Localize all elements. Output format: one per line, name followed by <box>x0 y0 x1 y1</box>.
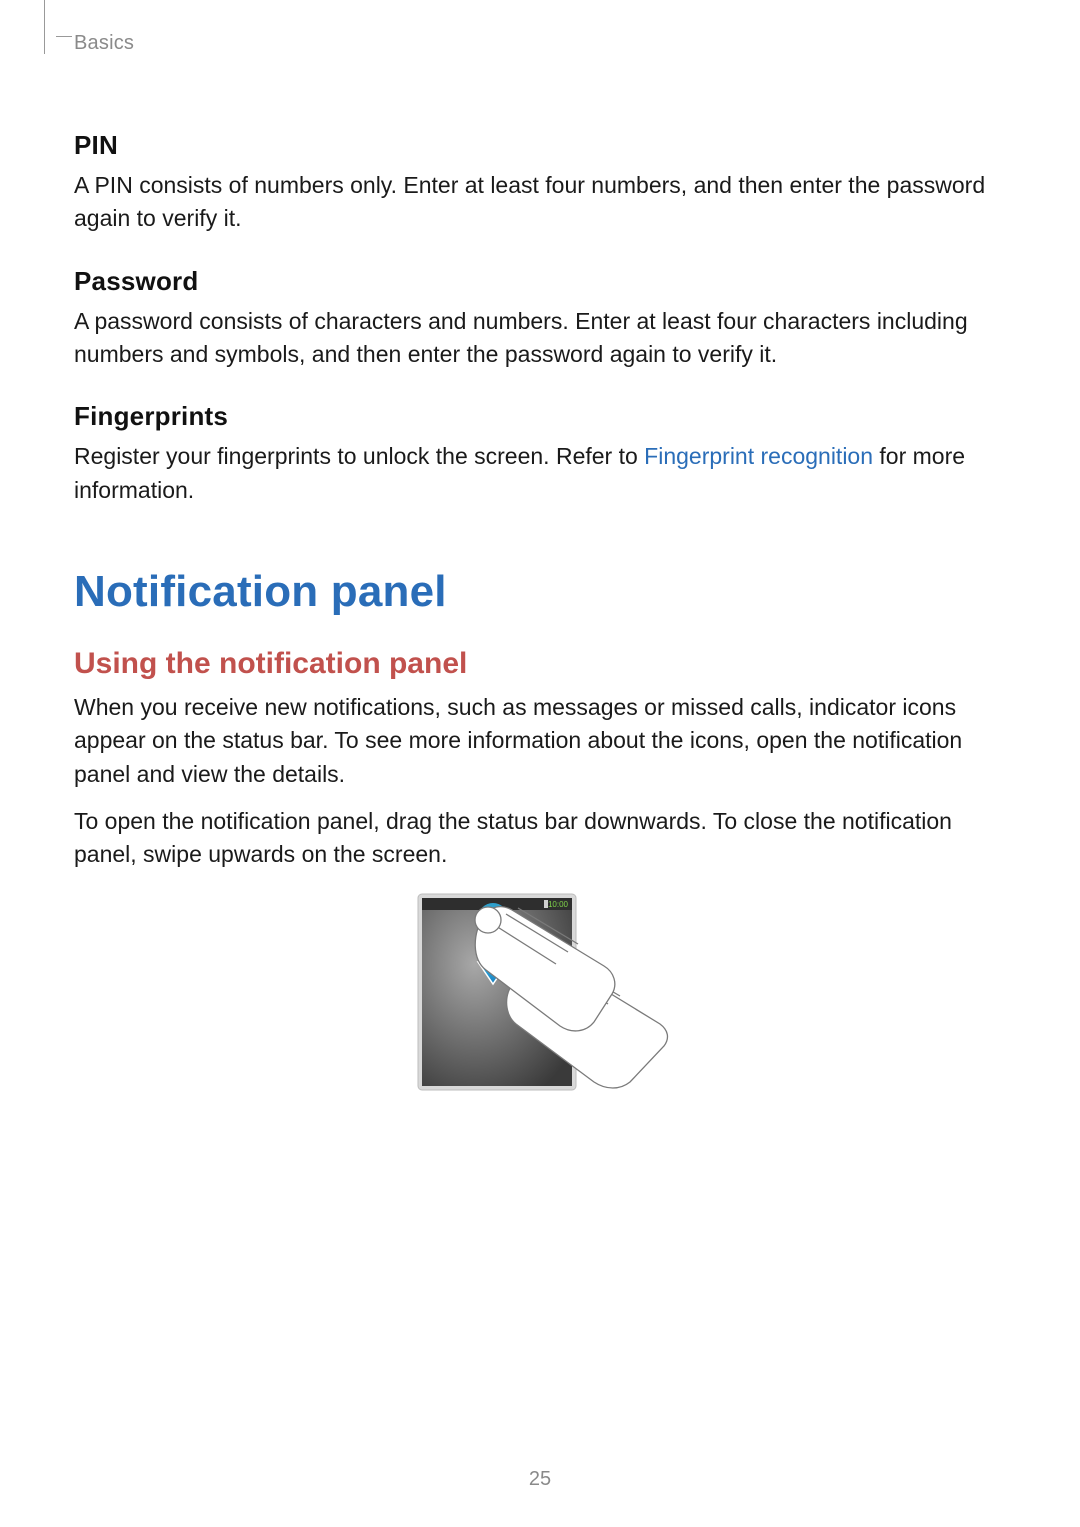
header-tick <box>56 36 72 37</box>
heading-pin: PIN <box>74 130 1006 161</box>
body-password: A password consists of characters and nu… <box>74 305 1006 372</box>
body-pin: A PIN consists of numbers only. Enter at… <box>74 169 1006 236</box>
header-rule <box>44 0 45 54</box>
paragraph-1: When you receive new notifications, such… <box>74 691 1006 791</box>
page-content: PIN A PIN consists of numbers only. Ente… <box>74 100 1006 1092</box>
page-title: Notification panel <box>74 567 1006 617</box>
figure-swipe-down: 10:00 <box>398 892 682 1092</box>
heading-fingerprints: Fingerprints <box>74 401 1006 432</box>
fingerprints-text-pre: Register your fingerprints to unlock the… <box>74 443 644 469</box>
subheading: Using the notification panel <box>74 647 1006 681</box>
paragraph-2: To open the notification panel, drag the… <box>74 805 1006 872</box>
link-fingerprint-recognition[interactable]: Fingerprint recognition <box>644 443 873 469</box>
swipe-down-illustration-icon: 10:00 <box>398 892 682 1092</box>
breadcrumb: Basics <box>74 32 134 55</box>
heading-password: Password <box>74 266 1006 297</box>
page-number: 25 <box>0 1468 1080 1491</box>
status-time-label: 10:00 <box>548 900 569 909</box>
body-fingerprints: Register your fingerprints to unlock the… <box>74 440 1006 507</box>
